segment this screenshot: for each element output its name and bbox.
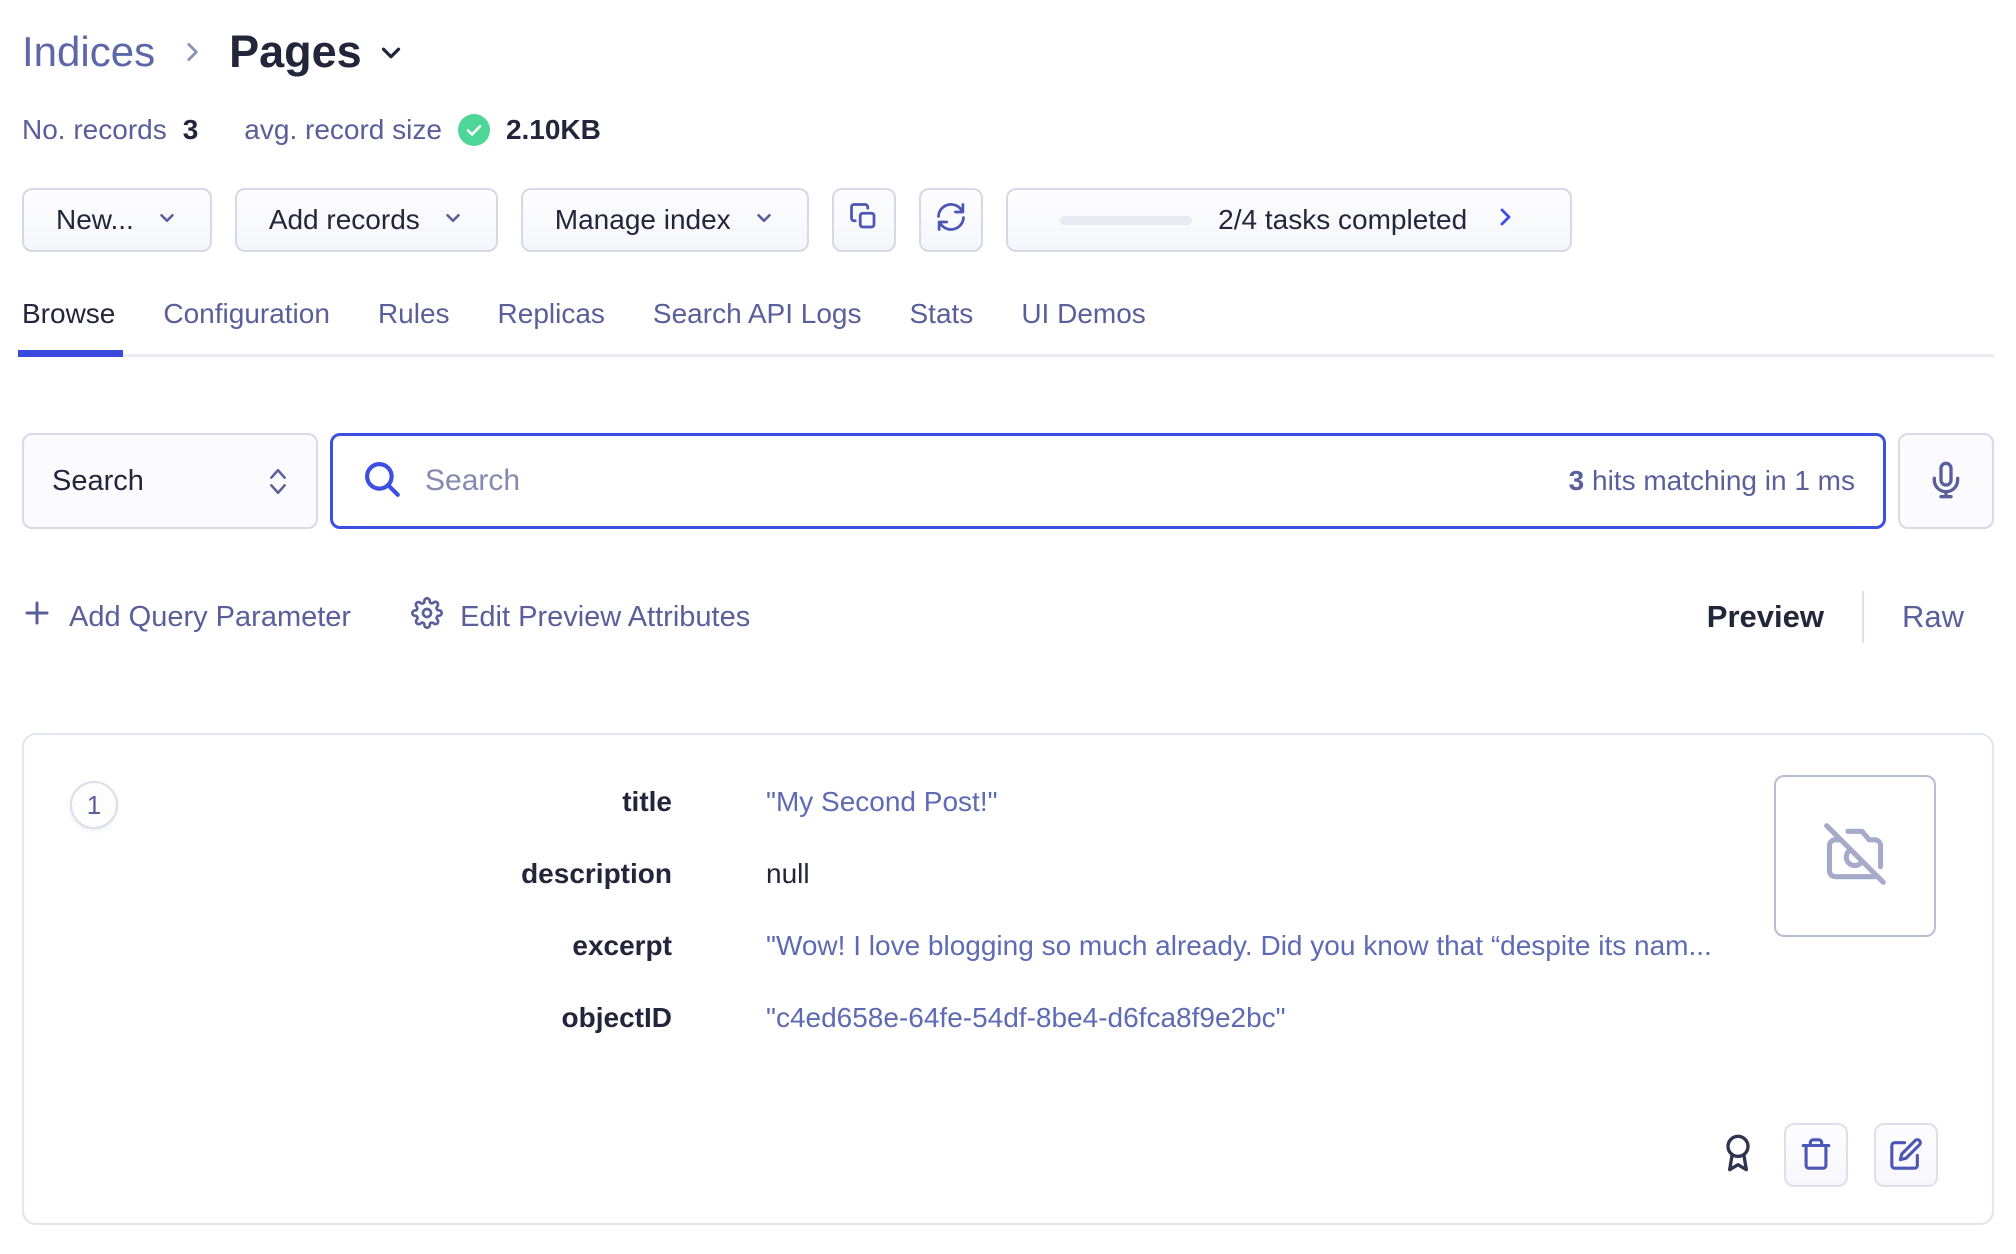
field-row-excerpt: excerpt "Wow! I love blogging so much al… bbox=[24, 929, 1762, 963]
manage-index-dropdown-button[interactable]: Manage index bbox=[521, 188, 809, 252]
preview-mode-button[interactable]: Preview bbox=[1707, 599, 1824, 635]
tab-ui-demos[interactable]: UI Demos bbox=[1021, 298, 1145, 330]
add-records-label: Add records bbox=[269, 204, 420, 236]
tab-replicas[interactable]: Replicas bbox=[498, 298, 605, 330]
delete-record-button[interactable] bbox=[1784, 1123, 1848, 1187]
search-icon bbox=[361, 458, 403, 505]
plus-icon bbox=[22, 598, 52, 636]
copy-icon bbox=[849, 202, 879, 239]
records-count-label: No. records bbox=[22, 114, 167, 146]
search-input[interactable] bbox=[425, 464, 1547, 498]
field-key: description bbox=[24, 857, 672, 891]
manage-index-label: Manage index bbox=[555, 204, 731, 236]
new-button-label: New... bbox=[56, 204, 134, 236]
edit-pencil-icon bbox=[1889, 1137, 1923, 1174]
gear-icon bbox=[411, 597, 443, 637]
hits-count: 3 bbox=[1569, 465, 1585, 496]
select-chevrons-icon bbox=[268, 467, 288, 496]
edit-preview-attributes-button[interactable]: Edit Preview Attributes bbox=[411, 597, 750, 637]
chevron-right-icon bbox=[1493, 204, 1517, 236]
search-hits-status: 3 hits matching in 1 ms bbox=[1569, 465, 1855, 497]
tab-search-api-logs[interactable]: Search API Logs bbox=[653, 298, 862, 330]
pin-record-button[interactable] bbox=[1718, 1133, 1758, 1178]
record-actions bbox=[1718, 1123, 1938, 1187]
chevron-down-icon bbox=[156, 204, 178, 236]
microphone-icon bbox=[1926, 460, 1966, 503]
tab-configuration[interactable]: Configuration bbox=[163, 298, 330, 330]
search-row: Search 3 hits matching in 1 ms bbox=[22, 433, 1994, 529]
refresh-button[interactable] bbox=[919, 188, 983, 252]
record-size-label: avg. record size bbox=[244, 114, 442, 146]
record-card: 1 title "My Second Post!" description nu… bbox=[22, 733, 1994, 1225]
breadcrumb: Indices Pages bbox=[22, 0, 1994, 78]
index-browse-page: Indices Pages No. records 3 avg. record … bbox=[0, 0, 2016, 1225]
index-name-dropdown[interactable]: Pages bbox=[229, 26, 406, 78]
tab-stats[interactable]: Stats bbox=[910, 298, 974, 330]
refresh-icon bbox=[936, 202, 966, 239]
field-value: null bbox=[766, 857, 810, 891]
index-tabs: Browse Configuration Rules Replicas Sear… bbox=[22, 298, 1994, 357]
chevron-down-icon bbox=[442, 204, 464, 236]
toolbar: New... Add records Manage index bbox=[22, 188, 1994, 252]
trash-icon bbox=[1799, 1137, 1833, 1174]
field-row-objectid: objectID "c4ed658e-64fe-54df-8be4-d6fca8… bbox=[24, 1001, 1762, 1035]
record-image-placeholder bbox=[1774, 775, 1936, 937]
query-actions: Add Query Parameter Edit Preview Attribu… bbox=[22, 597, 750, 637]
add-query-parameter-button[interactable]: Add Query Parameter bbox=[22, 598, 351, 636]
record-size-value: 2.10KB bbox=[506, 114, 601, 146]
records-count-value: 3 bbox=[183, 114, 199, 146]
raw-mode-button[interactable]: Raw bbox=[1902, 599, 1964, 635]
tasks-progress-button[interactable]: 2/4 tasks completed bbox=[1006, 188, 1572, 252]
query-controls-row: Add Query Parameter Edit Preview Attribu… bbox=[22, 591, 1994, 643]
field-value: "My Second Post!" bbox=[766, 785, 998, 819]
new-dropdown-button[interactable]: New... bbox=[22, 188, 212, 252]
camera-off-icon bbox=[1821, 820, 1889, 893]
hits-text: hits matching in 1 ms bbox=[1592, 465, 1855, 496]
tasks-progress-label: 2/4 tasks completed bbox=[1218, 204, 1467, 236]
index-name: Pages bbox=[229, 26, 362, 78]
breadcrumb-indices-link[interactable]: Indices bbox=[22, 28, 155, 76]
field-key: objectID bbox=[24, 1001, 672, 1035]
edit-record-button[interactable] bbox=[1874, 1123, 1938, 1187]
edit-preview-attributes-label: Edit Preview Attributes bbox=[460, 601, 750, 634]
divider bbox=[1862, 591, 1864, 643]
chevron-down-icon bbox=[753, 204, 775, 236]
field-row-description: description null bbox=[24, 857, 1762, 891]
search-scope-select[interactable]: Search bbox=[22, 433, 318, 529]
chevron-down-icon bbox=[376, 32, 406, 73]
field-key: title bbox=[24, 785, 672, 819]
record-fields: title "My Second Post!" description null… bbox=[24, 785, 1762, 1073]
search-scope-value: Search bbox=[52, 465, 144, 498]
check-circle-icon bbox=[458, 114, 490, 146]
view-mode-toggle: Preview Raw bbox=[1707, 591, 1994, 643]
field-value: "c4ed658e-64fe-54df-8be4-d6fca8f9e2bc" bbox=[766, 1001, 1286, 1035]
tab-rules[interactable]: Rules bbox=[378, 298, 450, 330]
add-query-parameter-label: Add Query Parameter bbox=[69, 601, 351, 634]
field-key: excerpt bbox=[24, 929, 672, 963]
tasks-progress-bar bbox=[1060, 216, 1192, 225]
award-ribbon-icon bbox=[1718, 1133, 1758, 1178]
search-box: 3 hits matching in 1 ms bbox=[330, 433, 1886, 529]
field-row-title: title "My Second Post!" bbox=[24, 785, 1762, 819]
index-stats: No. records 3 avg. record size 2.10KB bbox=[22, 114, 1994, 146]
field-value: "Wow! I love blogging so much already. D… bbox=[766, 929, 1712, 963]
tab-browse[interactable]: Browse bbox=[22, 298, 115, 330]
voice-search-button[interactable] bbox=[1898, 433, 1994, 529]
chevron-right-icon bbox=[179, 39, 205, 65]
copy-index-button[interactable] bbox=[832, 188, 896, 252]
add-records-dropdown-button[interactable]: Add records bbox=[235, 188, 498, 252]
